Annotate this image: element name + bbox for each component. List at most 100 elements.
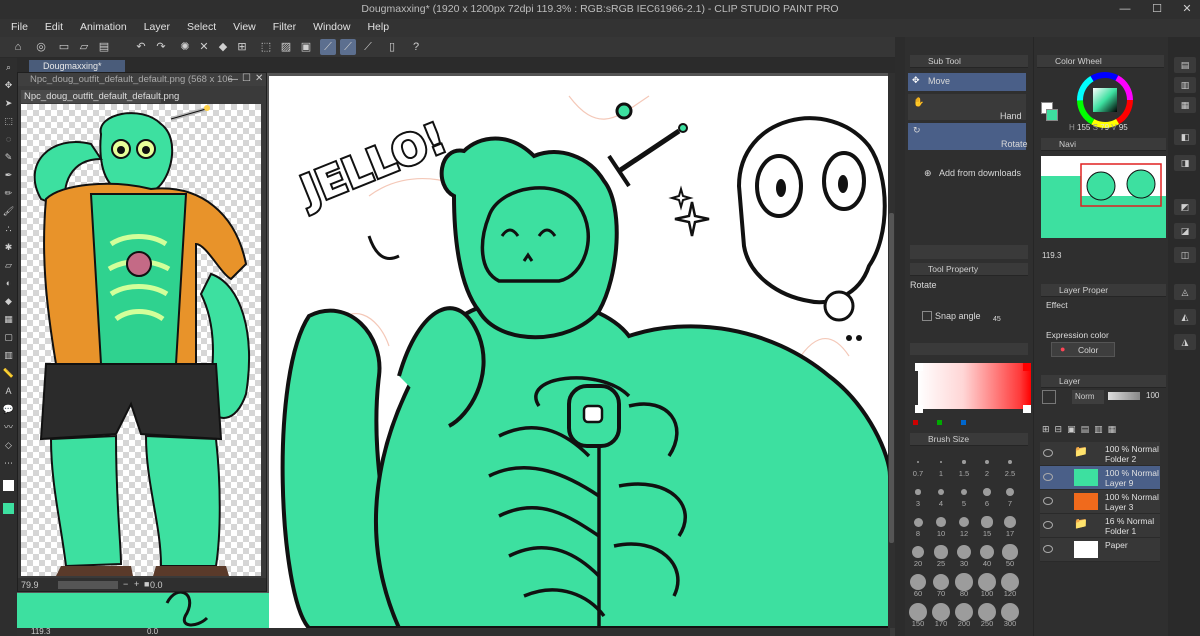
layer-blend-icon[interactable]	[1042, 390, 1056, 404]
brush-size-dot[interactable]	[983, 488, 991, 496]
ruler-tool-icon[interactable]: 📏	[0, 364, 17, 382]
frame-tool-icon[interactable]: ▥	[0, 346, 17, 364]
menu-help[interactable]: Help	[356, 19, 395, 33]
sub-view-close-icon[interactable]: ✕	[255, 73, 263, 84]
eye-icon[interactable]	[1043, 473, 1053, 481]
eyedropper-tool-icon[interactable]: ✎	[0, 148, 17, 166]
move-tool-icon[interactable]: ✥	[0, 76, 17, 94]
shape-tool-icon[interactable]: ◇	[0, 436, 17, 454]
save-icon[interactable]: ▤	[96, 39, 112, 55]
blend-tool-icon[interactable]: ◐	[0, 274, 17, 292]
invert-selection-icon[interactable]: ▨	[278, 39, 294, 55]
brush-size-dot[interactable]	[934, 545, 948, 559]
misc-tool-icon[interactable]: ⋯	[0, 454, 17, 472]
eye-icon[interactable]	[1043, 521, 1053, 529]
smartphone-icon[interactable]: ▯	[384, 39, 400, 55]
panel-icon-7[interactable]: ◪	[1174, 223, 1196, 239]
blend-mode-select[interactable]: Norm	[1072, 390, 1104, 404]
help-icon[interactable]: ?	[408, 39, 424, 55]
minimize-icon[interactable]: —	[1118, 2, 1132, 16]
status-angle[interactable]: 0.0	[147, 628, 158, 636]
panel-icon-2[interactable]: ▥	[1174, 77, 1196, 93]
eye-icon[interactable]	[1043, 545, 1053, 553]
sub-view-zoom-slider[interactable]	[58, 581, 118, 589]
eye-icon[interactable]	[1043, 449, 1053, 457]
menu-edit[interactable]: Edit	[34, 19, 69, 33]
color-swatch-sub[interactable]	[0, 502, 17, 520]
color-gradient-grid[interactable]	[918, 363, 1031, 409]
sub-view-window[interactable]: Npc_doug_outfit_default_default.png (568…	[17, 72, 267, 592]
navigator-zoom[interactable]: 119.3	[1042, 251, 1061, 260]
snap-grid-icon[interactable]: ⟋	[360, 39, 376, 55]
brush-tool-icon[interactable]: 🖌	[0, 202, 17, 220]
swatch-green[interactable]	[937, 420, 942, 425]
opacity-value[interactable]: 100	[1146, 391, 1159, 400]
brush-size-dot[interactable]	[913, 517, 923, 527]
opacity-slider[interactable]	[1108, 392, 1140, 400]
sub-view-zoom-out-icon[interactable]: −	[123, 579, 128, 589]
sub-view-zoom[interactable]: 79.9	[21, 580, 39, 590]
sub-view-angle[interactable]: 0.0	[150, 580, 163, 590]
layer-row[interactable]: 📁 16 % Normal Folder 1	[1040, 514, 1160, 538]
panel-icon-10[interactable]: ◭	[1174, 309, 1196, 325]
menu-filter[interactable]: Filter	[262, 19, 302, 33]
layer-row[interactable]: 📁 100 % Normal Folder 2	[1040, 442, 1160, 466]
snap-angle-checkbox[interactable]	[922, 311, 932, 321]
transform-icon[interactable]: ⊞	[234, 39, 250, 55]
panel-icon-3[interactable]: ▦	[1174, 97, 1196, 113]
undo-icon[interactable]: ↶	[133, 39, 149, 55]
sub-view-zoom-in-icon[interactable]: +	[134, 579, 139, 589]
menu-animation[interactable]: Animation	[69, 19, 133, 33]
layer-row[interactable]: Paper	[1040, 538, 1160, 562]
close-icon[interactable]: ✕	[1180, 2, 1194, 16]
canvas-paper[interactable]: JELLO!	[269, 76, 890, 628]
home-icon[interactable]: ⌂	[10, 39, 26, 55]
operation-tool-icon[interactable]: ➤	[0, 94, 17, 112]
menu-window[interactable]: Window	[302, 19, 356, 33]
layer-row[interactable]: 100 % Normal Layer 9	[1040, 466, 1160, 490]
reference-image[interactable]	[21, 104, 261, 576]
navigator-preview[interactable]	[1041, 156, 1166, 238]
sub-view-minimize-icon[interactable]: —	[228, 74, 238, 85]
clip-studio-icon[interactable]: ◎	[33, 39, 49, 55]
panel-icon-8[interactable]: ◫	[1174, 247, 1196, 263]
redo-icon[interactable]: ↷	[153, 39, 169, 55]
sub-view-fit-icon[interactable]: ■	[144, 579, 149, 589]
brush-size-dot[interactable]	[962, 460, 966, 464]
menu-view[interactable]: View	[222, 19, 262, 33]
maximize-icon[interactable]: ☐	[1150, 2, 1164, 16]
pen-tool-icon[interactable]: ✒	[0, 166, 17, 184]
scroll-thumb[interactable]	[889, 213, 894, 543]
pencil-tool-icon[interactable]: ✏	[0, 184, 17, 202]
menu-select[interactable]: Select	[176, 19, 222, 33]
airbrush-tool-icon[interactable]: ∴	[0, 220, 17, 238]
color-hsv[interactable]: H 155 S 79 V 95	[1069, 123, 1128, 132]
snap-special-ruler-icon[interactable]: ⟋	[340, 39, 356, 55]
panel-icon-9[interactable]: ◬	[1174, 284, 1196, 300]
text-tool-icon[interactable]: A	[0, 382, 17, 400]
canvas-vertical-scrollbar[interactable]	[888, 73, 895, 628]
swatch-white-tl[interactable]	[915, 363, 923, 371]
sub-view-maximize-icon[interactable]: ☐	[242, 73, 251, 84]
brush-size-dot[interactable]	[936, 517, 946, 527]
open-file-icon[interactable]: ▱	[76, 39, 92, 55]
fill-tool-icon[interactable]: ◆	[0, 292, 17, 310]
panel-icon-4[interactable]: ◧	[1174, 129, 1196, 145]
color-wheel[interactable]	[1077, 72, 1133, 128]
gradient-tool-icon[interactable]: ▦	[0, 310, 17, 328]
sub-tool-move[interactable]: Move	[908, 73, 1026, 91]
figure-tool-icon[interactable]: ▢	[0, 328, 17, 346]
lasso-tool-icon[interactable]: ◌	[0, 130, 17, 148]
sub-color-swatch[interactable]	[1046, 109, 1058, 121]
clear-icon[interactable]: ✕	[196, 39, 212, 55]
snap-angle-value[interactable]: 45	[993, 316, 1001, 323]
brush-size-dot[interactable]	[984, 459, 990, 465]
brush-size-dot[interactable]	[917, 461, 919, 463]
brush-size-dot[interactable]	[981, 516, 993, 528]
swatch-blue[interactable]	[961, 420, 966, 425]
correct-line-tool-icon[interactable]: 〰	[0, 418, 17, 436]
brush-size-dot[interactable]	[1004, 516, 1016, 528]
decoration-tool-icon[interactable]: ✱	[0, 238, 17, 256]
sub-view-tab[interactable]: Npc_doug_outfit_default_default.png	[21, 90, 179, 103]
zoom-tool-icon[interactable]: ⌕	[0, 58, 17, 76]
